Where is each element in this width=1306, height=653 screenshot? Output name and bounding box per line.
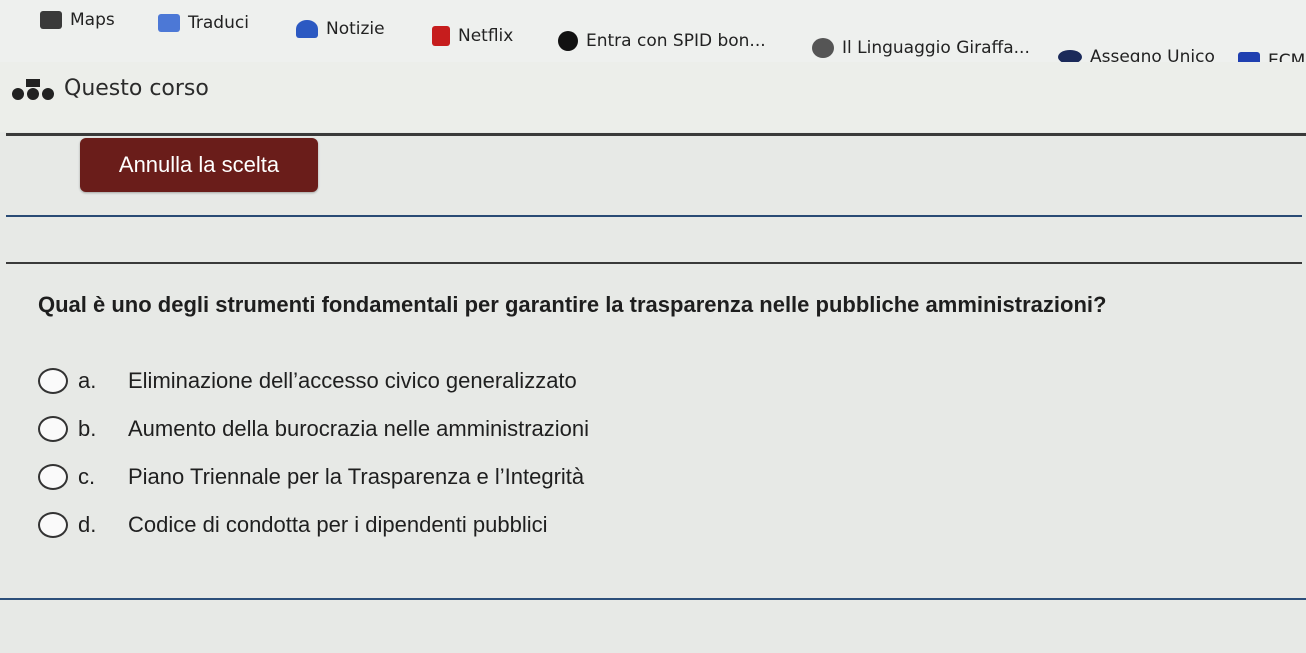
answer-option-b[interactable]: b. Aumento della burocrazia nelle ammini… xyxy=(38,416,589,442)
course-header: Questo corso xyxy=(0,62,1306,132)
option-letter: a. xyxy=(78,368,97,393)
divider xyxy=(6,215,1302,217)
radio-button[interactable] xyxy=(38,512,68,538)
bookmark-traduci[interactable]: Traduci xyxy=(158,13,249,33)
bookmark-notizie[interactable]: Notizie xyxy=(296,19,385,39)
divider xyxy=(6,262,1302,264)
news-icon xyxy=(296,20,318,38)
question-text: Qual è uno degli strumenti fondamentali … xyxy=(38,292,1107,317)
spid-icon xyxy=(558,31,578,51)
course-link[interactable]: Questo corso xyxy=(10,76,209,101)
option-text: Aumento della burocrazia nelle amministr… xyxy=(128,416,590,441)
translate-icon xyxy=(158,14,180,32)
radio-button[interactable] xyxy=(38,416,68,442)
giraffe-icon xyxy=(812,38,834,58)
bookmark-maps[interactable]: Maps xyxy=(40,10,115,30)
netflix-icon xyxy=(432,26,450,46)
cancel-choice-button[interactable]: Annulla la scelta xyxy=(80,138,318,192)
bottom-divider xyxy=(0,598,1306,600)
maps-icon xyxy=(40,11,62,29)
radio-button[interactable] xyxy=(38,464,68,490)
answer-option-d[interactable]: d. Codice di condotta per i dipendenti p… xyxy=(38,512,548,538)
bookmark-netflix[interactable]: Netflix xyxy=(432,26,513,46)
option-letter: d. xyxy=(78,512,97,537)
option-letter: b. xyxy=(78,416,97,441)
bookmarks-bar: Maps Traduci Notizie Netflix Entra con S… xyxy=(0,0,1306,71)
option-text: Codice di condotta per i dipendenti pubb… xyxy=(128,512,548,537)
bookmark-spid[interactable]: Entra con SPID bon... xyxy=(558,31,766,51)
answer-option-c[interactable]: c. Piano Triennale per la Trasparenza e … xyxy=(38,464,584,490)
option-text: Eliminazione dell’accesso civico general… xyxy=(128,368,577,393)
bookmark-giraffa[interactable]: Il Linguaggio Giraffa... xyxy=(812,38,1030,58)
answer-option-a[interactable]: a. Eliminazione dell’accesso civico gene… xyxy=(38,368,577,394)
option-text: Piano Triennale per la Trasparenza e l’I… xyxy=(128,464,585,489)
option-letter: c. xyxy=(78,464,96,489)
course-icon xyxy=(12,78,54,100)
radio-button[interactable] xyxy=(38,368,68,394)
